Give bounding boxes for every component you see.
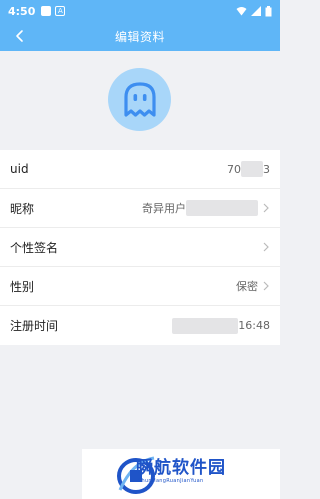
row-label: uid bbox=[10, 162, 29, 176]
uid-value-prefix: 70 bbox=[227, 162, 241, 176]
nickname-value: 奇异用户 bbox=[142, 202, 186, 215]
row-value: 16:48 bbox=[172, 317, 270, 334]
app-header: 编辑资料 bbox=[0, 22, 280, 51]
a-box-icon: A bbox=[55, 6, 66, 16]
avatar[interactable] bbox=[108, 68, 171, 131]
chevron-right-icon bbox=[263, 281, 269, 291]
row-value: 奇异用户 bbox=[142, 200, 270, 216]
row-label: 个性签名 bbox=[10, 240, 59, 255]
watermark-subtitle: ShunHangRuanJianYuan bbox=[138, 478, 204, 484]
row-label: 注册时间 bbox=[10, 319, 59, 333]
register-time-suffix: 16:48 bbox=[238, 319, 270, 332]
redacted-block bbox=[186, 200, 258, 216]
uid-value-suffix: 3 bbox=[263, 162, 270, 176]
chevron-left-icon[interactable] bbox=[12, 28, 28, 44]
a-box-label: A bbox=[57, 6, 63, 15]
row-nickname[interactable]: 昵称 奇异用户 bbox=[0, 189, 280, 228]
status-time: 4:50 bbox=[8, 4, 36, 18]
watermark-title: 瞬航软件园 bbox=[136, 458, 226, 478]
row-value bbox=[258, 241, 270, 253]
status-right-icons bbox=[236, 5, 272, 17]
row-register-time: 注册时间 16:48 bbox=[0, 306, 280, 345]
chevron-right-icon bbox=[263, 242, 269, 252]
phone-screen: 4:50 A 编辑资料 uid 70 3 昵称 奇异用户 个性签名 性别 保密 … bbox=[0, 0, 280, 499]
ghost-icon bbox=[123, 81, 156, 117]
chevron-right-icon bbox=[263, 203, 269, 213]
gender-value: 保密 bbox=[236, 280, 258, 293]
notification-box-icon bbox=[41, 6, 52, 16]
row-label: 昵称 bbox=[10, 201, 35, 216]
row-value: 保密 bbox=[236, 278, 270, 294]
row-label: 性别 bbox=[10, 279, 35, 294]
row-uid: uid 70 3 bbox=[0, 150, 280, 189]
signal-icon bbox=[251, 6, 261, 16]
status-bar: 4:50 A bbox=[0, 0, 280, 22]
status-left-icons: A bbox=[41, 6, 66, 16]
redacted-block bbox=[241, 161, 263, 177]
wifi-icon bbox=[236, 7, 247, 16]
battery-icon bbox=[265, 5, 272, 16]
redacted-block bbox=[172, 317, 239, 334]
page-title: 编辑资料 bbox=[114, 30, 165, 44]
row-gender[interactable]: 性别 保密 bbox=[0, 267, 280, 306]
row-signature[interactable]: 个性签名 bbox=[0, 228, 280, 267]
avatar-section bbox=[0, 51, 280, 147]
profile-list: uid 70 3 昵称 奇异用户 个性签名 性别 保密 注册时间 16:48 bbox=[0, 150, 280, 345]
row-value: 70 3 bbox=[227, 161, 270, 177]
